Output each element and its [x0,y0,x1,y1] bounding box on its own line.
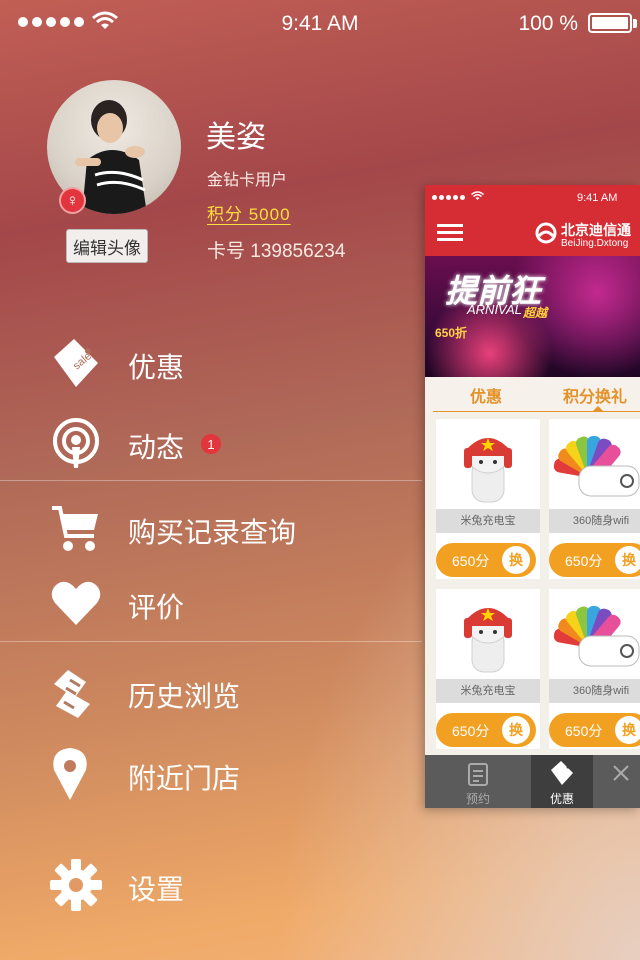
podcast-icon [53,418,99,468]
price-button[interactable]: 650分 换 [436,713,536,747]
clipboard-icon [468,763,488,786]
tabbar-item-discount[interactable]: 优惠 [531,755,593,808]
brand-logo-icon [535,222,557,244]
mitu-toy-image [436,593,540,679]
tabbar-label: 预约 [465,792,490,806]
location-pin-icon [53,748,87,800]
preview-tabs: 优惠 积分换礼 [425,377,640,413]
sale-tag-icon [551,761,573,785]
product-card[interactable]: 米兔充电宝 650分 换 [436,419,540,579]
tabbar-item-reservation[interactable]: 预约 [447,755,509,808]
menu-label: 购买记录查询 [128,517,297,548]
wifi-dongle-image [549,423,640,509]
points-link[interactable]: 积分 5000 [207,200,291,225]
product-grid: 米兔充电宝 650分 换 360随身wifi 650分 换 米兔充电宝 650分… [425,413,640,755]
menu-item-discount[interactable]: sale 优惠 [0,333,420,393]
wifi-dongle-image [549,593,640,679]
female-icon: ♀ [59,187,86,214]
menu-item-browse-history[interactable]: 历史浏览 [0,662,420,722]
signal-dots-icon [432,195,465,200]
main-screen-preview[interactable]: 9:41 AM 北京迪信通 BeiJing.Dxtong 提前狂 ARNIVAL… [425,185,640,808]
product-card[interactable]: 360随身wifi 650分 换 [549,589,640,749]
tabbar-label: 优惠 [549,792,574,806]
menu-label: 动态 [128,432,185,463]
product-card[interactable]: 360随身wifi 650分 换 [549,419,640,579]
preview-nav-bar: 北京迪信通 BeiJing.Dxtong [425,212,640,256]
scroll-history-icon [54,670,90,718]
card-number: 卡号 139856234 [207,241,346,262]
close-icon [613,765,629,781]
status-bar: 9:41 AM 100 % [0,0,640,48]
price-button[interactable]: 650分 换 [436,543,536,577]
price-text: 650分 [565,553,603,569]
price-text: 650分 [565,723,603,739]
hamburger-menu-icon[interactable] [437,222,463,244]
product-name: 米兔充电宝 [436,679,540,703]
product-name: 米兔充电宝 [436,509,540,533]
menu-label: 历史浏览 [128,681,241,712]
shopping-cart-icon [52,506,98,551]
menu-divider [0,641,422,642]
banner-subtitle2: 超越 [523,306,548,320]
tabbar-item-more[interactable] [597,755,640,808]
preview-tab-bar: 预约 优惠 [425,755,640,808]
menu-item-news[interactable]: 动态 1 [0,413,420,473]
mitu-toy-image [436,423,540,509]
exchange-button[interactable]: 换 [615,546,640,574]
notification-badge: 1 [201,434,221,454]
edit-avatar-button[interactable]: 编辑头像 [66,229,148,263]
menu-item-settings[interactable]: 设置 [0,855,420,915]
battery-icon [588,13,632,33]
user-name: 美姿 [206,121,266,154]
price-text: 650分 [452,553,490,569]
exchange-button[interactable]: 换 [502,546,530,574]
heart-icon [51,581,101,625]
banner-figure: 650折 [435,326,468,340]
menu-item-reviews[interactable]: 评价 [0,573,420,633]
exchange-button[interactable]: 换 [502,716,530,744]
gear-icon [50,859,102,911]
product-name: 360随身wifi [549,679,640,703]
preview-status-bar: 9:41 AM [425,185,640,212]
menu-label: 附近门店 [128,763,241,794]
banner-subtitle: ARNIVAL [467,302,522,317]
membership-level: 金钻卡用户 [207,172,288,189]
product-name: 360随身wifi [549,509,640,533]
menu-item-nearby-stores[interactable]: 附近门店 [0,744,420,804]
menu-divider [0,480,422,481]
tab-discount[interactable]: 优惠 [470,383,502,407]
brand-name: 北京迪信通 [561,222,631,238]
menu-label: 设置 [128,874,185,905]
menu-label: 优惠 [128,352,185,383]
exchange-button[interactable]: 换 [615,716,640,744]
price-text: 650分 [452,723,490,739]
price-button[interactable]: 650分 换 [549,543,640,577]
battery-percent: 100 % [518,12,578,35]
preview-time: 9:41 AM [577,192,618,204]
price-button[interactable]: 650分 换 [549,713,640,747]
brand-name-en: BeiJing.Dxtong [561,238,629,249]
product-card[interactable]: 米兔充电宝 650分 换 [436,589,540,749]
menu-label: 评价 [128,592,185,623]
promo-banner[interactable]: 提前狂 ARNIVAL 超越 650折 [425,256,640,377]
wifi-icon [471,191,484,200]
sale-tag-icon: sale [54,339,98,387]
tab-points-exchange[interactable]: 积分换礼 [563,383,627,407]
menu-item-purchase-history[interactable]: 购买记录查询 [0,498,420,558]
